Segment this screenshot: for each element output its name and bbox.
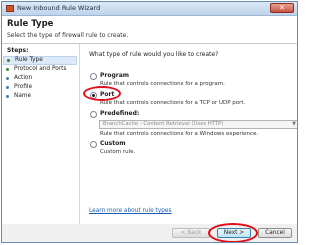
step-bullet-icon xyxy=(6,77,9,80)
wizard-window: New Inbound Rule Wizard ✕ Rule Type Sele… xyxy=(1,1,298,243)
predefined-option-label[interactable]: Predefined: xyxy=(100,110,139,117)
predefined-dropdown[interactable]: BranchCache - Content Retrieval (Uses HT… xyxy=(99,120,297,129)
close-button[interactable]: ✕ xyxy=(270,3,294,13)
predefined-option-description: Rule that controls connections for a Win… xyxy=(100,131,259,137)
highlight-annotation xyxy=(208,223,258,242)
program-option-label[interactable]: Program xyxy=(100,72,129,79)
rule-type-question: What type of rule would you like to crea… xyxy=(89,51,219,58)
predefined-dropdown-value: BranchCache - Content Retrieval (Uses HT… xyxy=(103,121,224,127)
step-bullet-icon xyxy=(6,68,9,71)
custom-radio[interactable] xyxy=(90,141,97,148)
main-panel: What type of rule would you like to crea… xyxy=(80,44,297,224)
cancel-button[interactable]: Cancel xyxy=(258,228,292,238)
title-bar[interactable]: New Inbound Rule Wizard ✕ xyxy=(2,2,297,16)
firewall-icon xyxy=(6,5,14,12)
steps-label: Steps: xyxy=(7,47,29,54)
page-subtitle: Select the type of firewall rule to crea… xyxy=(7,32,129,39)
sidebar-item-profile[interactable]: Profile xyxy=(3,83,77,92)
learn-more-link[interactable]: Learn more about rule types xyxy=(89,208,172,214)
step-bullet-icon xyxy=(6,95,9,98)
step-bullet-icon xyxy=(6,86,9,89)
wizard-footer: < Back Next > Cancel xyxy=(2,223,297,242)
sidebar-item-label: Action xyxy=(14,75,33,81)
sidebar-item-action[interactable]: Action xyxy=(3,74,77,83)
program-radio[interactable] xyxy=(90,73,97,80)
back-button[interactable]: < Back xyxy=(172,228,210,238)
predefined-radio[interactable] xyxy=(90,111,97,118)
page-title: Rule Type xyxy=(7,19,54,29)
sidebar-item-protocol-and-ports[interactable]: Protocol and Ports xyxy=(3,65,77,74)
highlight-annotation xyxy=(83,86,121,101)
steps-sidebar: Steps: Rule Type Protocol and Ports Acti… xyxy=(2,44,80,224)
custom-option-description: Custom rule. xyxy=(100,149,136,155)
chevron-down-icon[interactable]: ▼ xyxy=(292,121,296,128)
sidebar-item-label: Name xyxy=(14,93,32,99)
step-bullet-icon xyxy=(7,59,10,62)
window-title: New Inbound Rule Wizard xyxy=(17,4,101,12)
sidebar-item-rule-type[interactable]: Rule Type xyxy=(3,56,77,65)
sidebar-item-label: Rule Type xyxy=(15,57,43,63)
sidebar-item-name[interactable]: Name xyxy=(3,92,77,101)
sidebar-item-label: Protocol and Ports xyxy=(14,66,67,72)
sidebar-item-label: Profile xyxy=(14,84,33,90)
program-option-description: Rule that controls connections for a pro… xyxy=(100,81,225,87)
page-header: Rule Type Select the type of firewall ru… xyxy=(2,16,297,44)
custom-option-label[interactable]: Custom xyxy=(100,140,126,147)
port-option-description: Rule that controls connections for a TCP… xyxy=(100,100,246,106)
